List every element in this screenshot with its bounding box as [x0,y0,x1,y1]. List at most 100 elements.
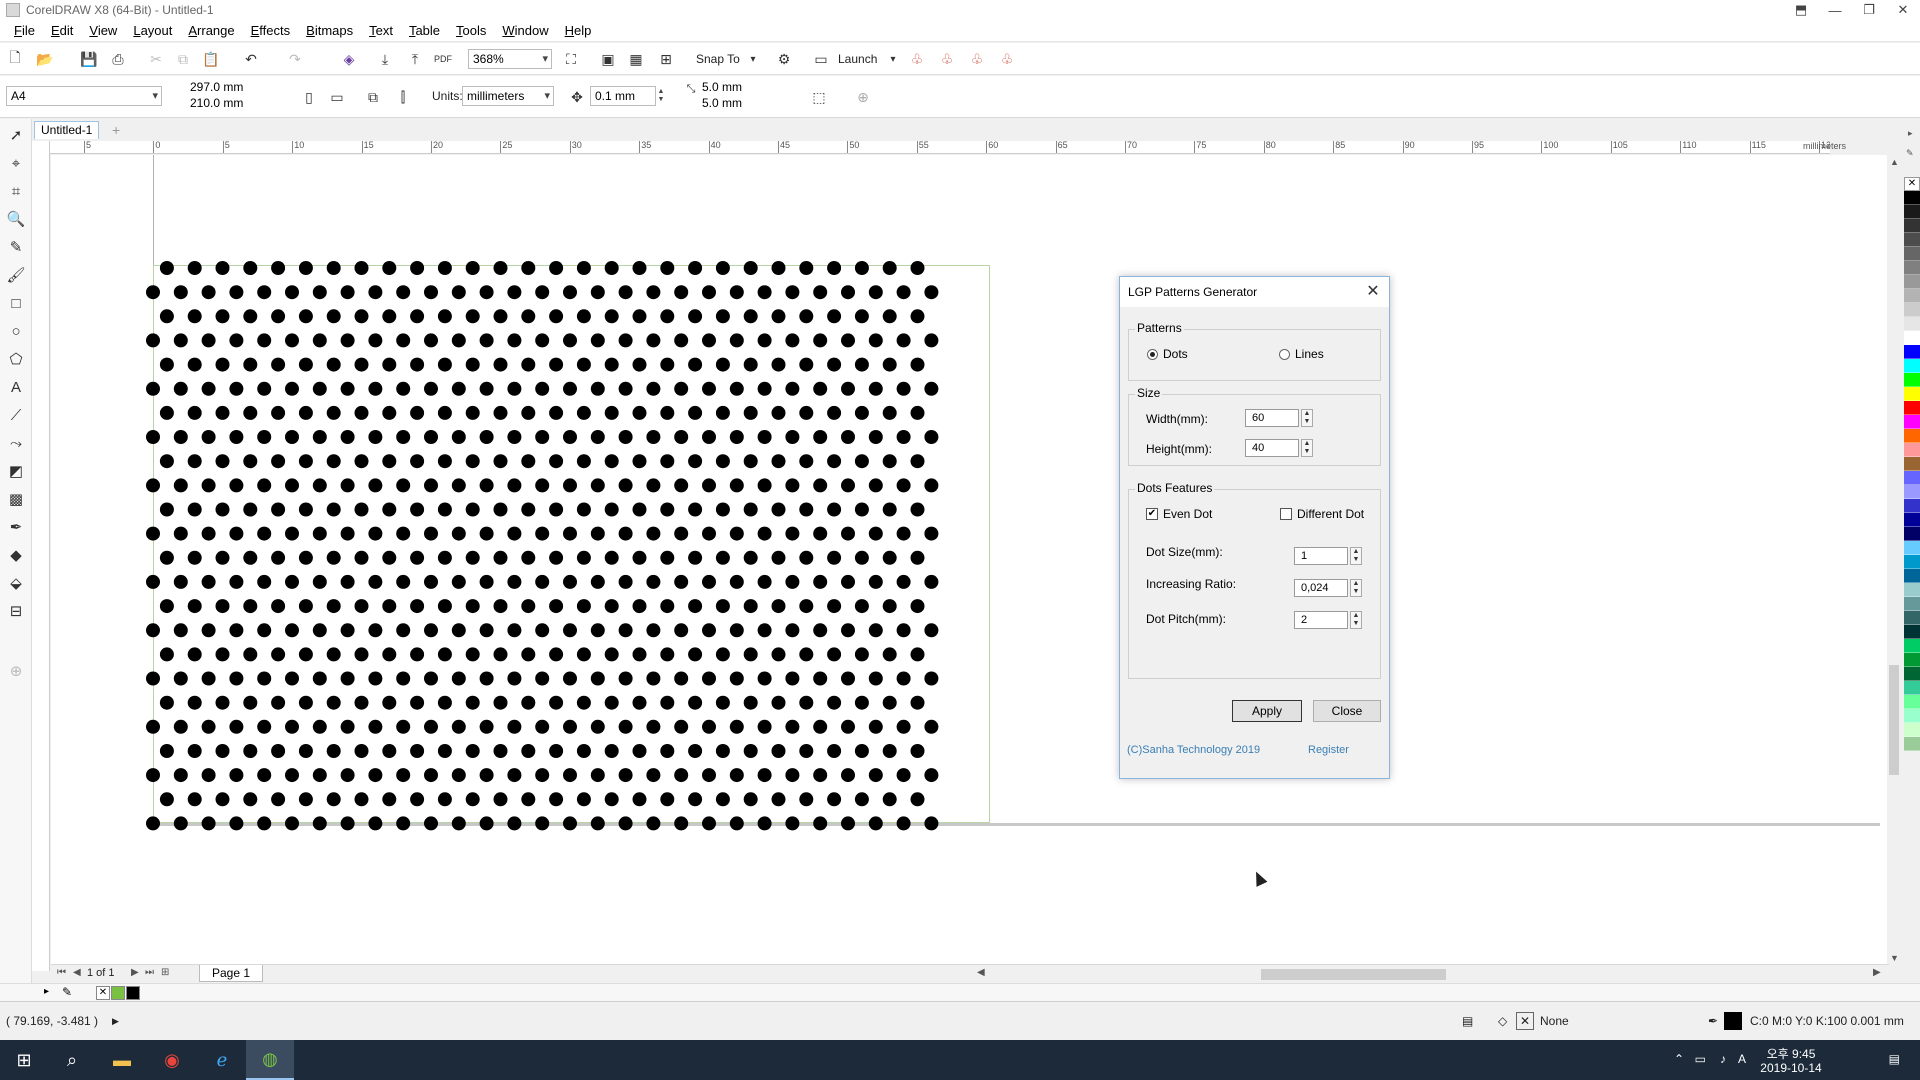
pattern-dot[interactable] [813,671,828,686]
menu-table[interactable]: Table [401,20,448,42]
pattern-dot[interactable] [757,333,772,348]
pattern-dot[interactable] [646,381,661,396]
landscape-icon[interactable]: ▭ [326,86,348,108]
pattern-dot[interactable] [159,695,174,710]
pattern-dot[interactable] [715,647,730,662]
pattern-dot[interactable] [771,454,786,469]
pattern-dot[interactable] [507,381,522,396]
pattern-dot[interactable] [382,744,397,758]
pattern-dot[interactable] [173,768,188,783]
pattern-dot[interactable] [215,792,230,807]
pattern-dot[interactable] [451,285,466,300]
pattern-dot[interactable] [702,816,716,831]
pattern-dot[interactable] [702,719,716,734]
pattern-dot[interactable] [757,430,772,444]
pattern-dot[interactable] [465,695,480,710]
pattern-dot[interactable] [896,478,911,493]
pattern-dot[interactable] [604,792,619,807]
dimension-tool-icon[interactable]: ⟋ [4,403,28,427]
palette-swatch[interactable] [1904,359,1920,373]
pattern-dot[interactable] [382,454,397,469]
pattern-dot[interactable] [215,309,230,324]
pattern-dot[interactable] [813,526,828,541]
pattern-dot[interactable] [604,550,619,565]
pattern-dot[interactable] [465,792,480,807]
pattern-dot[interactable] [271,792,286,807]
pattern-dot[interactable] [229,526,244,541]
pattern-dot[interactable] [785,816,800,831]
pattern-dot[interactable] [702,623,716,638]
pattern-dot[interactable] [882,695,897,710]
pattern-dot[interactable] [507,768,522,783]
pattern-dot[interactable] [813,285,828,300]
pattern-dot[interactable] [257,381,272,396]
pattern-dot[interactable] [854,647,869,662]
pattern-dot[interactable] [576,792,591,807]
pattern-dot[interactable] [868,478,883,493]
pattern-dot[interactable] [660,357,675,372]
pattern-dot[interactable] [841,381,855,396]
zoom-to-page-icon[interactable]: ⛶ [560,48,582,70]
palette-swatch[interactable] [1904,205,1920,219]
pattern-dot[interactable] [521,502,536,517]
pattern-dot[interactable] [354,695,369,710]
scroll-down-icon[interactable]: ▼ [1890,953,1899,963]
pattern-dot[interactable] [382,550,397,565]
pattern-dot[interactable] [632,405,647,420]
pattern-dot[interactable] [354,599,369,614]
windows-start-icon[interactable]: ⊞ [0,1040,48,1080]
pattern-dot[interactable] [702,381,716,396]
pattern-dot[interactable] [257,333,272,348]
pattern-dot[interactable] [646,574,661,589]
pattern-dot[interactable] [674,719,689,734]
pattern-dot[interactable] [827,309,842,324]
pattern-dot[interactable] [326,454,341,469]
save-icon[interactable]: 💾 [78,48,100,70]
pattern-dot[interactable] [451,671,466,686]
pattern-dot[interactable] [368,816,383,831]
pattern-dot[interactable] [841,333,855,348]
pattern-dot[interactable] [590,478,605,493]
pattern-dot[interactable] [465,405,480,420]
pattern-dot[interactable] [590,430,605,444]
pattern-dot[interactable] [771,792,786,807]
pattern-dot[interactable] [535,816,550,831]
pattern-dot[interactable] [660,744,675,758]
pattern-dot[interactable] [368,623,383,638]
pattern-dot[interactable] [340,574,355,589]
pattern-dot[interactable] [896,430,911,444]
pattern-dot[interactable] [298,744,313,758]
pattern-dot[interactable] [841,526,855,541]
pattern-dot[interactable] [604,405,619,420]
pattern-dot[interactable] [437,599,452,614]
pattern-dot[interactable] [771,357,786,372]
dialog-close-button[interactable]: Close [1313,700,1381,722]
pattern-dot[interactable] [410,309,425,324]
pattern-dot[interactable] [187,695,202,710]
pattern-dot[interactable] [854,454,869,469]
pattern-dot[interactable] [465,744,480,758]
pattern-dot[interactable] [604,309,619,324]
pattern-dot[interactable] [410,261,425,275]
chrome-icon[interactable]: ◉ [148,1040,196,1080]
pattern-dot[interactable] [187,454,202,469]
pattern-dot[interactable] [632,695,647,710]
pattern-dot[interactable] [896,671,911,686]
add-page-icon[interactable]: ⊞ [161,967,169,978]
pattern-dot[interactable] [201,430,216,444]
pattern-dot[interactable] [827,454,842,469]
ime-indicator[interactable]: A [1738,1052,1746,1066]
pattern-dot[interactable] [813,623,828,638]
pattern-dot[interactable] [743,647,758,662]
pattern-dot[interactable] [910,550,925,565]
palette-swatch[interactable] [1904,261,1920,275]
pattern-dot[interactable] [757,623,772,638]
pattern-dot[interactable] [882,647,897,662]
pattern-dot[interactable] [841,574,855,589]
pattern-dot[interactable] [729,478,744,493]
pattern-dot[interactable] [785,526,800,541]
status-expand-icon[interactable]: ▶ [112,1002,119,1040]
pattern-dot[interactable] [243,792,258,807]
pattern-dot[interactable] [785,574,800,589]
palette-swatch[interactable] [1904,681,1920,695]
